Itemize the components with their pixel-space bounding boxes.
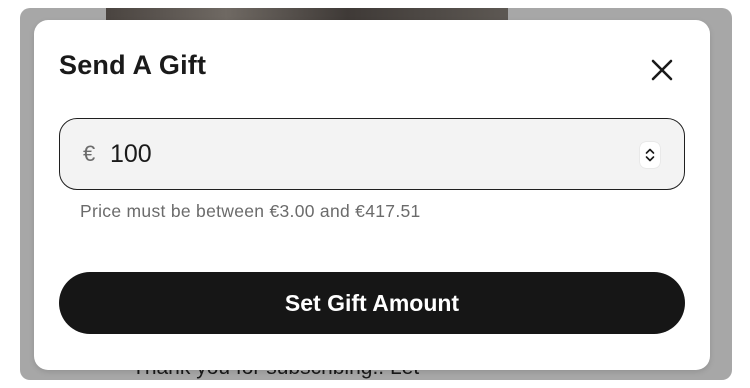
close-icon xyxy=(651,59,673,81)
gift-amount-field[interactable]: € xyxy=(59,118,685,190)
send-gift-modal: Send A Gift € Price must be between €3.0… xyxy=(34,20,710,370)
gift-amount-input[interactable] xyxy=(110,135,590,173)
close-button[interactable] xyxy=(644,52,680,88)
modal-title: Send A Gift xyxy=(59,50,207,80)
price-range-hint: Price must be between €3.00 and €417.51 xyxy=(80,201,421,221)
amount-stepper[interactable] xyxy=(640,142,660,168)
currency-symbol: € xyxy=(83,141,96,166)
stepper-icon xyxy=(645,148,655,162)
set-gift-amount-button[interactable]: Set Gift Amount xyxy=(59,272,685,334)
